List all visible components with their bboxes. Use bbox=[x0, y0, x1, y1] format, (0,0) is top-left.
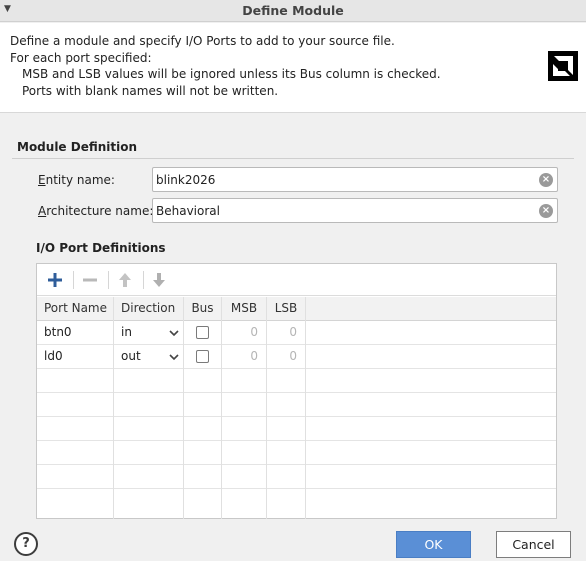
bus-checkbox[interactable] bbox=[196, 350, 209, 363]
empty-cell bbox=[267, 489, 306, 519]
empty-cell bbox=[114, 393, 184, 417]
empty-cell bbox=[37, 441, 114, 465]
chevron-down-icon[interactable] bbox=[169, 321, 179, 345]
architecture-name-input[interactable] bbox=[156, 202, 530, 219]
entity-name-input[interactable] bbox=[156, 171, 530, 188]
empty-cell bbox=[114, 441, 184, 465]
empty-cell bbox=[184, 465, 222, 489]
bus-cell bbox=[184, 345, 222, 369]
msb-cell[interactable]: 0 bbox=[222, 345, 267, 369]
empty-table-row[interactable] bbox=[37, 441, 556, 465]
empty-cell bbox=[114, 369, 184, 393]
empty-cell bbox=[267, 441, 306, 465]
plus-icon[interactable] bbox=[43, 269, 67, 291]
toolbar-separator bbox=[73, 271, 74, 289]
bus-cell bbox=[184, 321, 222, 345]
empty-cell bbox=[184, 369, 222, 393]
empty-cell bbox=[267, 369, 306, 393]
empty-cell bbox=[37, 369, 114, 393]
table-header-row: Port Name Direction Bus MSB LSB bbox=[37, 297, 556, 321]
description-line-4: Ports with blank names will not be writt… bbox=[22, 83, 279, 98]
empty-cell bbox=[184, 417, 222, 441]
column-msb[interactable]: MSB bbox=[222, 297, 267, 321]
io-ports-panel: Port Name Direction Bus MSB LSB btn0 in … bbox=[36, 263, 557, 519]
entity-name-label: Entity name: bbox=[38, 173, 115, 187]
minus-icon[interactable] bbox=[78, 269, 102, 291]
architecture-name-label: Architecture name: bbox=[38, 204, 154, 218]
empty-cell bbox=[222, 441, 267, 465]
direction-value: out bbox=[121, 349, 141, 363]
arrow-down-icon[interactable] bbox=[147, 269, 171, 291]
empty-cell bbox=[267, 417, 306, 441]
empty-cell bbox=[222, 369, 267, 393]
toolbar-separator bbox=[143, 271, 144, 289]
description-line-1: Define a module and specify I/O Ports to… bbox=[10, 34, 395, 48]
empty-cell bbox=[114, 489, 184, 519]
dialog-header: Define a module and specify I/O Ports to… bbox=[0, 23, 586, 113]
description-line-3: MSB and LSB values will be ignored unles… bbox=[22, 67, 441, 81]
empty-cell bbox=[267, 465, 306, 489]
column-direction[interactable]: Direction bbox=[114, 297, 184, 321]
architecture-name-field[interactable]: × bbox=[152, 198, 558, 223]
empty-cell bbox=[114, 465, 184, 489]
help-button[interactable]: ? bbox=[14, 532, 38, 556]
column-bus[interactable]: Bus bbox=[184, 297, 222, 321]
empty-cell bbox=[222, 465, 267, 489]
io-ports-heading: I/O Port Definitions bbox=[36, 241, 166, 255]
clear-architecture-icon[interactable]: × bbox=[539, 204, 553, 218]
empty-cell bbox=[267, 393, 306, 417]
description-line-2: For each port specified: bbox=[10, 50, 152, 65]
toolbar-separator bbox=[108, 271, 109, 289]
ok-button[interactable]: OK bbox=[396, 531, 471, 558]
arrow-up-icon[interactable] bbox=[113, 269, 137, 291]
chevron-down-icon[interactable] bbox=[169, 345, 179, 369]
empty-cell bbox=[222, 393, 267, 417]
empty-cell bbox=[184, 441, 222, 465]
cancel-button[interactable]: Cancel bbox=[496, 531, 571, 558]
port-name-cell[interactable]: btn0 bbox=[37, 321, 114, 345]
bus-checkbox[interactable] bbox=[196, 326, 209, 339]
msb-cell[interactable]: 0 bbox=[222, 321, 267, 345]
empty-table-row[interactable] bbox=[37, 417, 556, 441]
empty-cell bbox=[37, 489, 114, 519]
clear-entity-icon[interactable]: × bbox=[539, 173, 553, 187]
empty-table-row[interactable] bbox=[37, 369, 556, 393]
window-title: Define Module bbox=[242, 3, 344, 18]
empty-cell bbox=[37, 417, 114, 441]
column-lsb[interactable]: LSB bbox=[267, 297, 306, 321]
section-divider bbox=[12, 158, 574, 159]
amd-logo-icon bbox=[548, 51, 578, 81]
direction-select[interactable]: in bbox=[114, 321, 184, 345]
title-bar: ▼ Define Module bbox=[0, 0, 586, 22]
lsb-cell[interactable]: 0 bbox=[267, 321, 306, 345]
port-name-cell[interactable]: ld0 bbox=[37, 345, 114, 369]
table-row[interactable]: btn0 in 0 0 bbox=[37, 321, 556, 345]
table-row[interactable]: ld0 out 0 0 bbox=[37, 345, 556, 369]
empty-cell bbox=[37, 393, 114, 417]
empty-cell bbox=[184, 393, 222, 417]
entity-name-field[interactable]: × bbox=[152, 167, 558, 192]
description-text: Define a module and specify I/O Ports to… bbox=[10, 33, 441, 99]
lsb-cell[interactable]: 0 bbox=[267, 345, 306, 369]
io-ports-toolbar bbox=[37, 264, 556, 296]
empty-cell bbox=[114, 417, 184, 441]
empty-table-row[interactable] bbox=[37, 465, 556, 489]
module-definition-heading: Module Definition bbox=[17, 140, 138, 154]
empty-table-row[interactable] bbox=[37, 489, 556, 519]
empty-table-row[interactable] bbox=[37, 393, 556, 417]
empty-cell bbox=[222, 417, 267, 441]
empty-cell bbox=[37, 465, 114, 489]
direction-value: in bbox=[121, 325, 132, 339]
direction-select[interactable]: out bbox=[114, 345, 184, 369]
column-port-name[interactable]: Port Name bbox=[37, 297, 114, 321]
empty-cell bbox=[222, 489, 267, 519]
empty-cell bbox=[184, 489, 222, 519]
